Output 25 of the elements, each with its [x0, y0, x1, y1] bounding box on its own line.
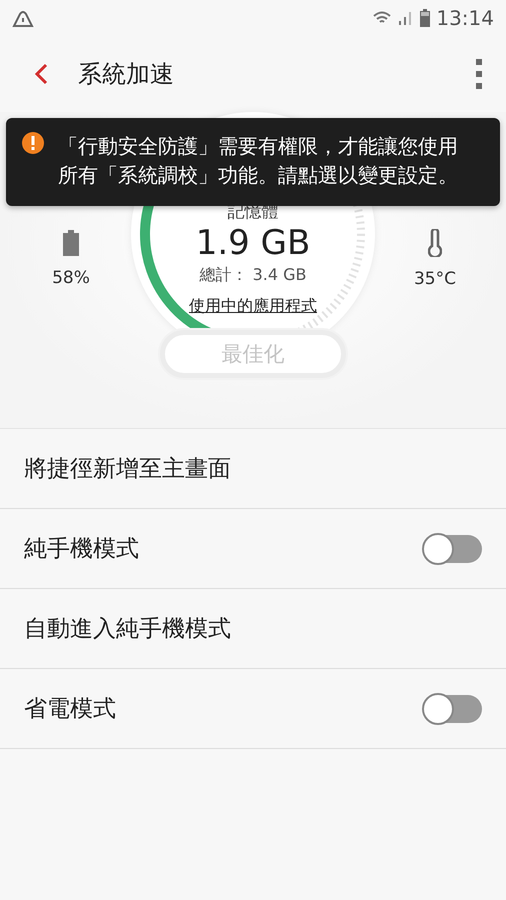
settings-row[interactable]: 省電模式 [0, 669, 506, 749]
permission-banner[interactable]: 「行動安全防護」需要有權限，才能讓您使用所有「系統調校」功能。請點選以變更設定。 [6, 118, 500, 206]
banner-message: 「行動安全防護」需要有權限，才能讓您使用所有「系統調校」功能。請點選以變更設定。 [58, 133, 459, 189]
toggle-switch[interactable] [424, 694, 482, 722]
battery-reading: 58% [52, 268, 90, 288]
back-icon [34, 63, 48, 85]
settings-row[interactable]: 將捷徑新增至主畫面 [0, 429, 506, 509]
warning-icon [22, 132, 44, 154]
page-title: 系統加速 [78, 59, 175, 90]
battery-icon [420, 9, 430, 27]
toggle-switch[interactable] [424, 534, 482, 562]
settings-row[interactable]: 純手機模式 [0, 509, 506, 589]
setting-label: 自動進入純手機模式 [24, 615, 231, 644]
settings-row[interactable]: 自動進入純手機模式 [0, 589, 506, 669]
setting-label: 將捷徑新增至主畫面 [24, 455, 231, 484]
notification-icon [12, 8, 34, 28]
temperature-reading: 35°C [414, 269, 456, 289]
memory-total: 總計： 3.4 GB [200, 265, 306, 286]
memory-used: 1.9 GB [196, 223, 310, 263]
battery-icon [63, 230, 79, 256]
status-time: 13:14 [436, 6, 494, 30]
setting-label: 純手機模式 [24, 535, 139, 564]
running-apps-link[interactable]: 使用中的應用程式 [189, 296, 317, 317]
thermometer-icon [428, 229, 442, 257]
setting-label: 省電模式 [24, 695, 116, 724]
